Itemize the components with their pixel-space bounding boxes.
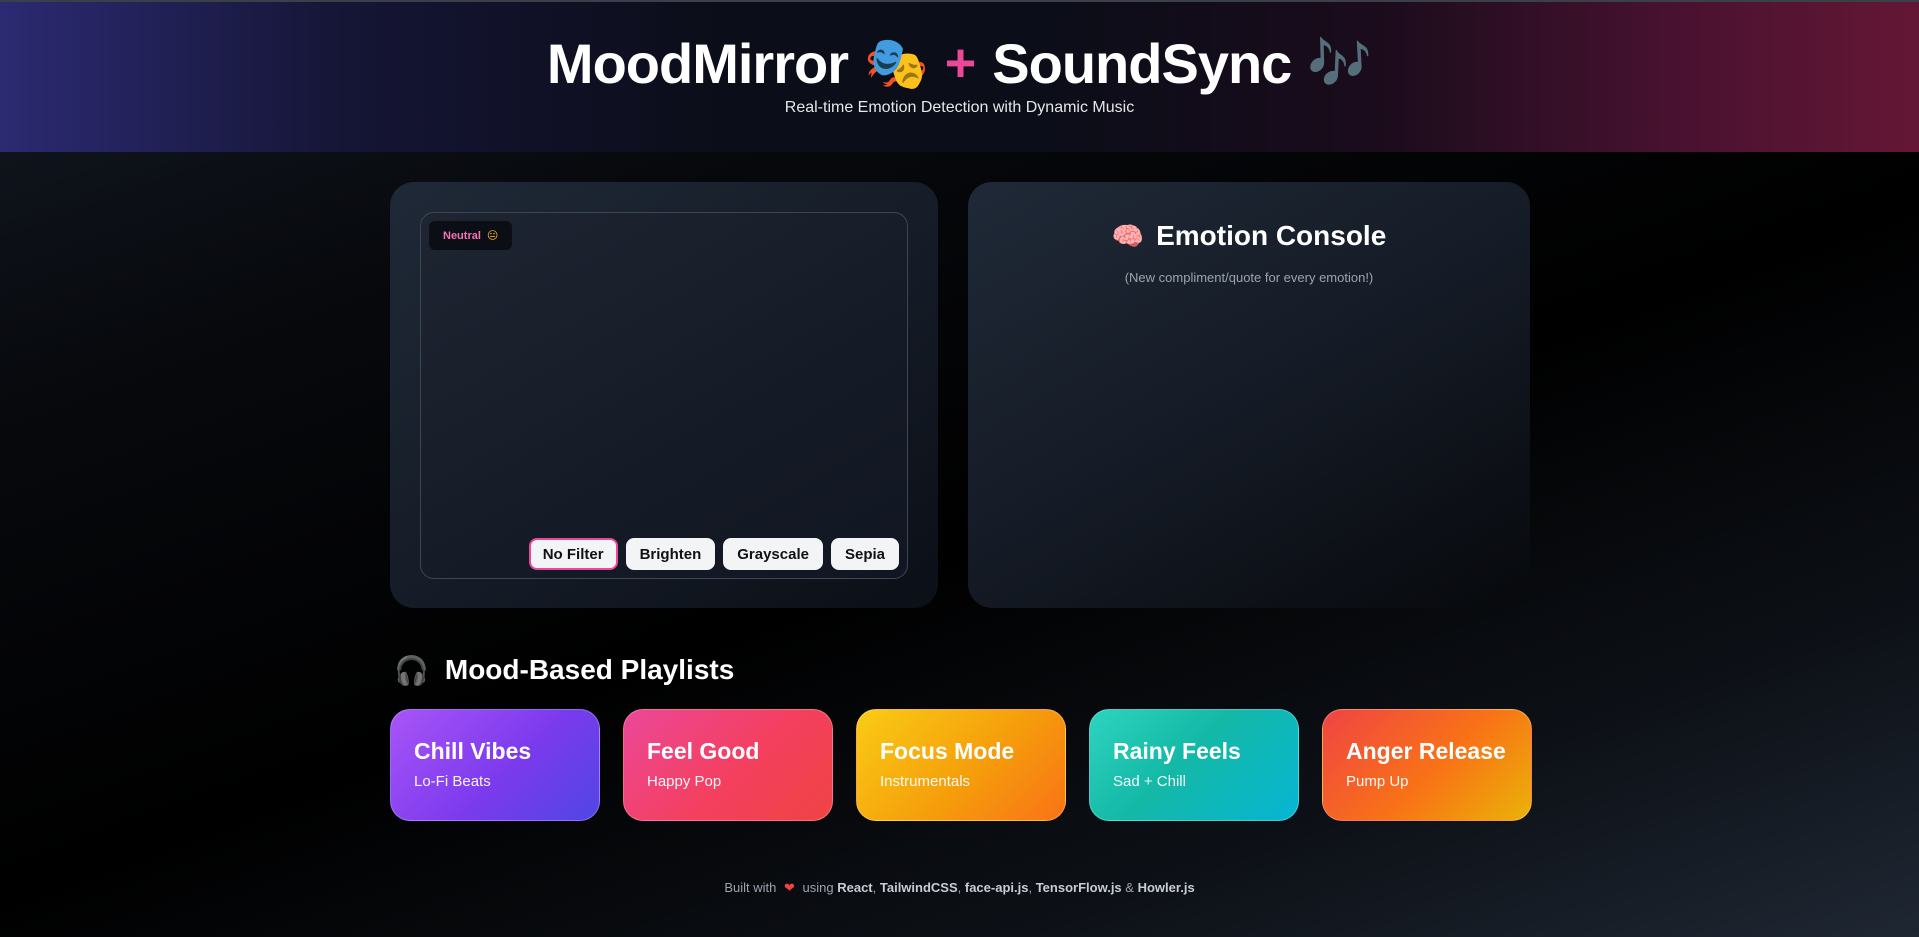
neutral-face-icon: 😐	[486, 230, 499, 242]
headphones-icon: 🎧	[394, 654, 429, 686]
playlist-card-subtitle: Pump Up	[1346, 773, 1409, 790]
playlists-heading-text: Mood-Based Playlists	[444, 654, 735, 685]
tech-react: React	[837, 880, 873, 895]
webcam-video: Neutral 😐 No Filter Brighten Grayscale S…	[420, 212, 908, 579]
playlist-card-feel-good[interactable]: Feel Good Happy Pop	[623, 709, 833, 821]
emotion-label: Neutral	[443, 229, 481, 242]
playlist-card-focus-mode[interactable]: Focus Mode Instrumentals	[856, 709, 1066, 821]
footer-credits: Built with ❤ using React, TailwindCSS, f…	[724, 880, 1195, 895]
playlist-card-rainy-feels[interactable]: Rainy Feels Sad + Chill	[1089, 709, 1299, 821]
playlist-card-subtitle: Happy Pop	[647, 773, 722, 790]
playlist-card-chill-vibes[interactable]: Chill Vibes Lo-Fi Beats	[390, 709, 600, 821]
filter-sepia-button[interactable]: Sepia	[830, 538, 899, 570]
emotion-console-panel: 🧠 Emotion Console (New compliment/quote …	[968, 182, 1530, 608]
brain-icon: 🧠	[1111, 220, 1145, 251]
tech-face-api: face-api.js	[964, 880, 1029, 895]
playlist-card-title: Feel Good	[647, 738, 760, 764]
console-subtitle: (New compliment/quote for every emotion!…	[1124, 270, 1374, 285]
title-soundsync: SoundSync	[992, 31, 1292, 95]
footer-using: using	[802, 880, 834, 895]
tech-tensorflow: TensorFlow.js	[1035, 880, 1122, 895]
tech-tailwindcss: TailwindCSS	[879, 880, 958, 895]
console-title-text: Emotion Console	[1156, 220, 1387, 251]
playlist-card-title: Chill Vibes	[414, 738, 532, 764]
filter-none-button[interactable]: No Filter	[528, 538, 618, 570]
app-subtitle: Real-time Emotion Detection with Dynamic…	[784, 99, 1135, 116]
playlist-card-title: Anger Release	[1346, 738, 1506, 764]
playlist-card-title: Rainy Feels	[1113, 738, 1241, 764]
music-notes-icon: 🎶	[1307, 33, 1373, 94]
playlist-card-subtitle: Sad + Chill	[1113, 773, 1186, 790]
camera-panel: Neutral 😐 No Filter Brighten Grayscale S…	[390, 182, 938, 608]
filter-grayscale-button[interactable]: Grayscale	[723, 538, 823, 570]
playlist-card-subtitle: Lo-Fi Beats	[414, 773, 491, 790]
playlists-heading: 🎧 Mood-Based Playlists	[394, 652, 734, 688]
footer-prefix: Built with	[724, 880, 777, 895]
filter-brighten-button[interactable]: Brighten	[625, 538, 716, 570]
filter-buttons: No Filter Brighten Grayscale Sepia	[528, 538, 899, 570]
playlist-card-anger-release[interactable]: Anger Release Pump Up	[1322, 709, 1532, 821]
emotion-badge: Neutral 😐	[429, 221, 513, 250]
playlist-card-title: Focus Mode	[880, 738, 1015, 764]
plus-sign: +	[944, 33, 977, 93]
console-title: 🧠 Emotion Console	[968, 220, 1530, 252]
playlist-card-subtitle: Instrumentals	[880, 773, 971, 790]
app-header: MoodMirror 🎭 + SoundSync 🎶 Real-time Emo…	[0, 2, 1919, 152]
tech-howler: Howler.js	[1137, 880, 1195, 895]
playlist-cards: Chill Vibes Lo-Fi Beats Feel Good Happy …	[390, 709, 1532, 821]
footer-ampersand: &	[1125, 880, 1134, 895]
theater-masks-icon: 🎭	[863, 33, 929, 94]
title-moodmirror: MoodMirror	[546, 31, 849, 95]
heart-icon: ❤	[783, 880, 795, 895]
app-title: MoodMirror 🎭 + SoundSync 🎶	[0, 28, 1919, 98]
